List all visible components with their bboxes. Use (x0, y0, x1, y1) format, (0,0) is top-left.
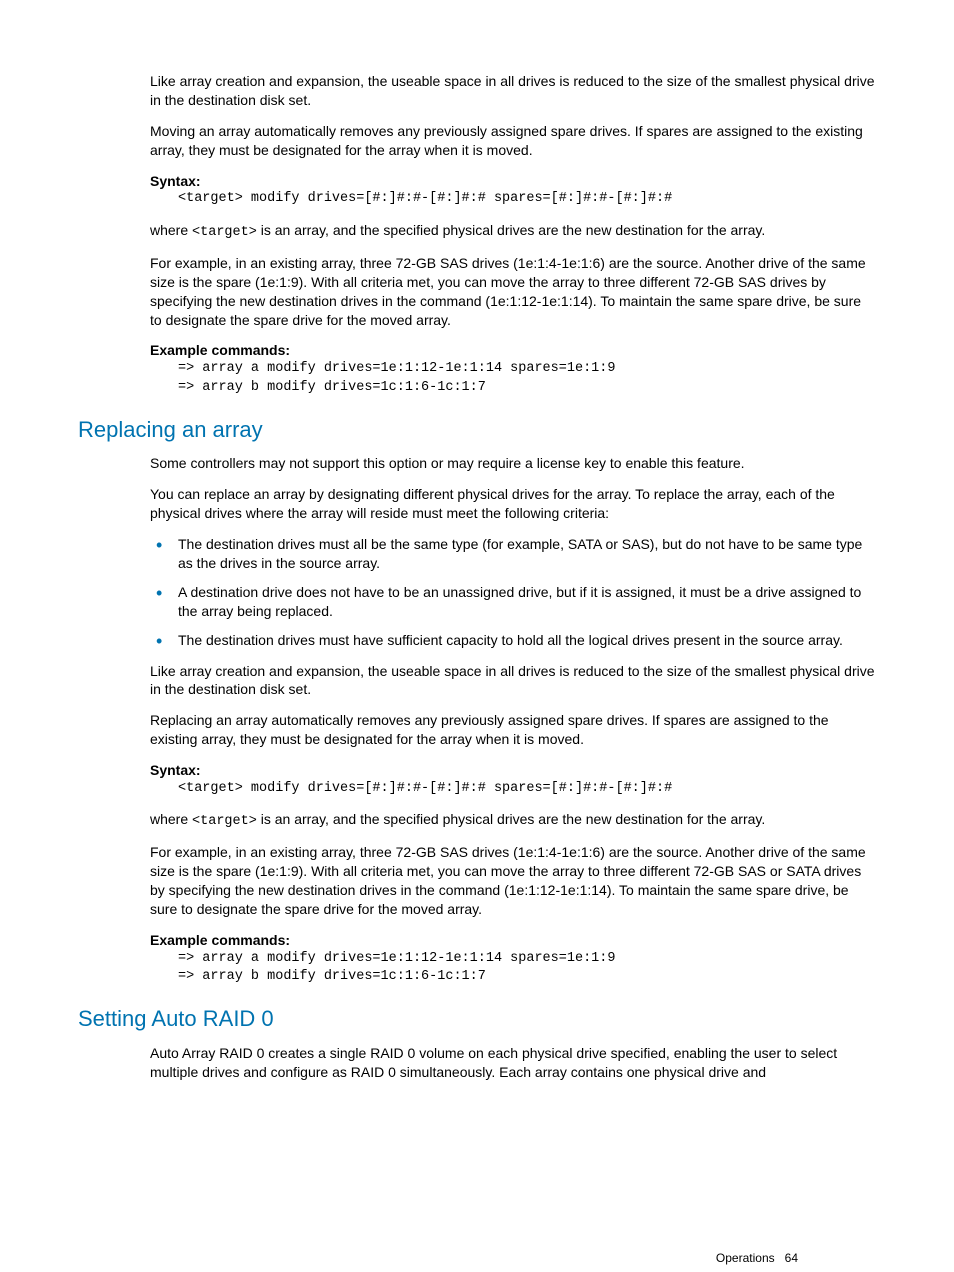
example-commands-label: Example commands: (150, 931, 876, 950)
syntax-code: <target> modify drives=[#:]#:#-[#:]#:# s… (178, 780, 876, 798)
syntax-label: Syntax: (150, 761, 876, 780)
heading-auto-raid-0: Setting Auto RAID 0 (78, 1004, 876, 1034)
list-item: A destination drive does not have to be … (150, 583, 876, 621)
paragraph: For example, in an existing array, three… (150, 254, 876, 330)
section-moving-array-cont: Like array creation and expansion, the u… (150, 72, 876, 397)
page-footer: Operations 64 (716, 1250, 798, 1266)
where-line: where <target> is an array, and the spec… (150, 810, 876, 831)
example-commands-label: Example commands: (150, 341, 876, 360)
paragraph: Some controllers may not support this op… (150, 454, 876, 473)
list-item: The destination drives must have suffici… (150, 631, 876, 650)
heading-replacing-array: Replacing an array (78, 415, 876, 445)
footer-page-number: 64 (785, 1251, 798, 1265)
where-line: where <target> is an array, and the spec… (150, 221, 876, 242)
section-auto-raid-0: Auto Array RAID 0 creates a single RAID … (150, 1044, 876, 1082)
criteria-list: The destination drives must all be the s… (150, 535, 876, 649)
paragraph: Auto Array RAID 0 creates a single RAID … (150, 1044, 876, 1082)
example-code: => array a modify drives=1e:1:12-1e:1:14… (178, 950, 876, 986)
paragraph: Like array creation and expansion, the u… (150, 72, 876, 110)
inline-code: <target> (192, 225, 257, 240)
paragraph: For example, in an existing array, three… (150, 843, 876, 919)
list-item: The destination drives must all be the s… (150, 535, 876, 573)
example-code: => array a modify drives=1e:1:12-1e:1:14… (178, 360, 876, 396)
syntax-code: <target> modify drives=[#:]#:#-[#:]#:# s… (178, 190, 876, 208)
footer-section-label: Operations (716, 1251, 775, 1265)
section-replacing-array: Some controllers may not support this op… (150, 454, 876, 986)
paragraph: Moving an array automatically removes an… (150, 122, 876, 160)
syntax-label: Syntax: (150, 172, 876, 191)
paragraph: You can replace an array by designating … (150, 485, 876, 523)
inline-code: <target> (192, 814, 257, 829)
paragraph: Like array creation and expansion, the u… (150, 662, 876, 700)
paragraph: Replacing an array automatically removes… (150, 711, 876, 749)
